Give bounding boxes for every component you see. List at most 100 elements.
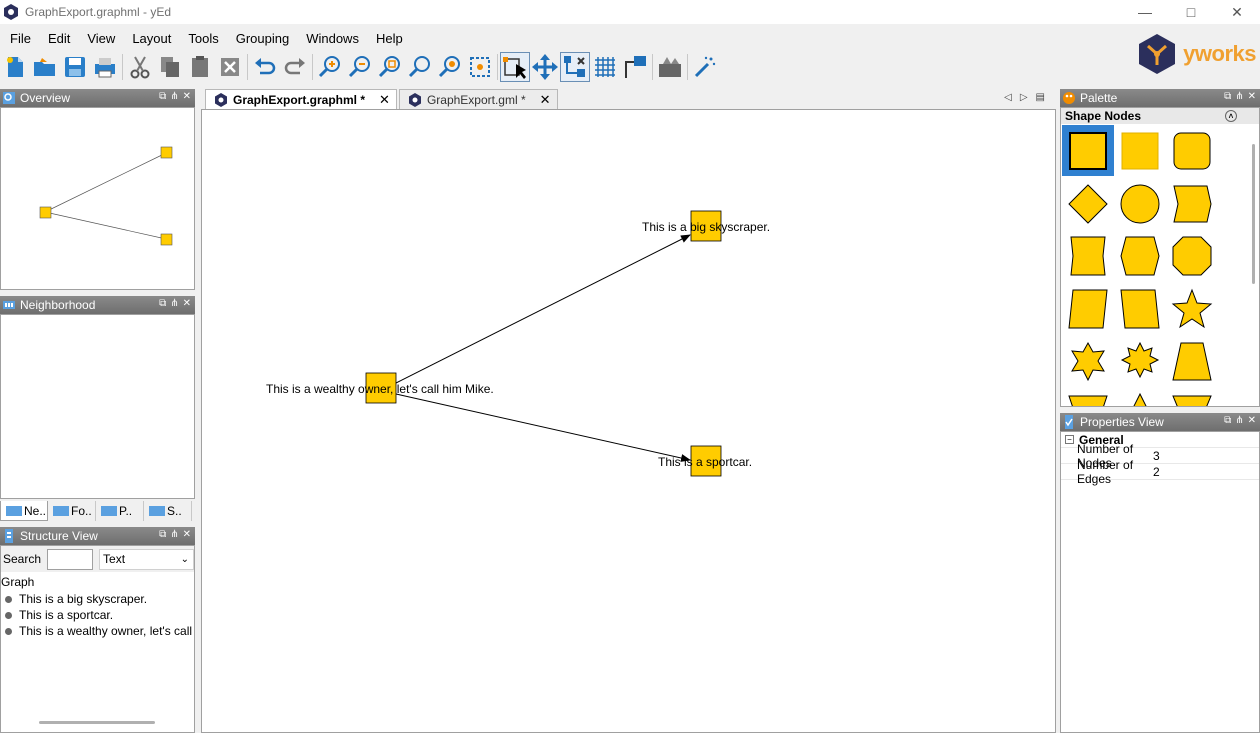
palette-scrollbar[interactable] — [1252, 144, 1255, 284]
tab-list-icon[interactable]: ▤ — [1036, 92, 1045, 103]
pin-icon[interactable]: ⋔ — [1235, 91, 1243, 102]
menu-layout[interactable]: Layout — [122, 31, 178, 46]
tab-neighborhood[interactable]: Ne.. — [0, 501, 48, 521]
tab-graphml-document[interactable]: GraphExport.graphml * ✕ — [205, 89, 397, 109]
fit-content-icon[interactable] — [465, 52, 495, 82]
shape-diamond[interactable] — [1068, 184, 1108, 224]
close-icon[interactable]: ✕ — [183, 529, 191, 540]
tree-item[interactable]: This is a big skyscraper. — [1, 591, 194, 607]
graph-edge[interactable] — [395, 234, 691, 384]
tab-p[interactable]: P.. — [96, 501, 144, 521]
close-icon[interactable]: ✕ — [1248, 91, 1256, 102]
tab-folding[interactable]: Fo.. — [48, 501, 96, 521]
save-icon[interactable] — [60, 52, 90, 82]
tree-root[interactable]: Graph — [1, 574, 194, 591]
pin-icon[interactable]: ⋔ — [170, 529, 178, 540]
minimize-button[interactable]: — — [1122, 0, 1168, 24]
new-document-icon[interactable] — [0, 52, 30, 82]
float-icon[interactable]: ⧉ — [159, 298, 166, 309]
float-icon[interactable]: ⧉ — [1224, 91, 1231, 102]
close-icon[interactable]: ✕ — [183, 91, 191, 102]
float-icon[interactable]: ⧉ — [1224, 415, 1231, 426]
tab-s[interactable]: S.. — [144, 501, 192, 521]
shape-trapezoid[interactable] — [1172, 342, 1212, 381]
tab-label: GraphExport.gml * — [426, 92, 526, 107]
paste-icon[interactable] — [185, 52, 215, 82]
close-tab-icon[interactable]: ✕ — [540, 92, 551, 108]
menu-view[interactable]: View — [77, 31, 122, 46]
tree-item[interactable]: This is a wealthy owner, let's call him … — [1, 623, 194, 639]
menu-tools[interactable]: Tools — [178, 31, 225, 46]
shape-parallelogram[interactable] — [1173, 185, 1212, 223]
print-icon[interactable] — [90, 52, 120, 82]
open-folder-icon[interactable] — [30, 52, 60, 82]
copy-icon[interactable] — [155, 52, 185, 82]
zoom-original-icon[interactable] — [405, 52, 435, 82]
palette-section-header[interactable]: Shape Nodes ˄ — [1061, 108, 1259, 124]
orthogonal-edge-icon[interactable] — [620, 52, 650, 82]
shape-trapezoid3[interactable] — [1172, 395, 1212, 407]
shape-octagon[interactable] — [1172, 236, 1212, 276]
zoom-in-icon[interactable] — [315, 52, 345, 82]
maximize-button[interactable]: □ — [1168, 0, 1214, 24]
shape-ellipse[interactable] — [1120, 184, 1160, 224]
zoom-fit-icon[interactable] — [375, 52, 405, 82]
float-icon[interactable]: ⧉ — [159, 91, 166, 102]
graph-canvas[interactable]: This is a wealthy owner, let's call him … — [201, 109, 1056, 733]
horizontal-scrollbar[interactable] — [39, 721, 155, 724]
shape-parallelogram-alt[interactable] — [1068, 289, 1108, 329]
shape-hexagon[interactable] — [1120, 236, 1160, 276]
shape-star5[interactable] — [1171, 288, 1213, 329]
snap-icon[interactable] — [560, 52, 590, 82]
close-icon[interactable]: ✕ — [1248, 415, 1256, 426]
tab-gml-document[interactable]: GraphExport.gml * ✕ — [398, 89, 558, 109]
search-filter-select[interactable]: Text ⌄ — [99, 548, 194, 570]
shape-round-rectangle[interactable] — [1173, 132, 1211, 170]
delete-icon[interactable] — [215, 52, 245, 82]
document-icon — [408, 92, 421, 107]
menu-edit[interactable]: Edit — [38, 31, 77, 46]
float-icon[interactable]: ⧉ — [159, 529, 166, 540]
menu-grouping[interactable]: Grouping — [226, 31, 296, 46]
search-input[interactable] — [47, 548, 94, 570]
redo-icon[interactable] — [280, 52, 310, 82]
close-window-button[interactable]: ✕ — [1214, 0, 1260, 24]
zoom-out-icon[interactable] — [345, 52, 375, 82]
overview-canvas[interactable] — [0, 107, 195, 290]
zoom-area-icon[interactable] — [435, 52, 465, 82]
shape-trapezoid2[interactable] — [1068, 395, 1108, 407]
overview-node — [160, 233, 173, 246]
title-bar: GraphExport.graphml - yEd — □ ✕ — [0, 0, 1260, 24]
grid-icon[interactable] — [590, 52, 620, 82]
close-tab-icon[interactable]: ✕ — [379, 92, 390, 108]
palette-icon — [1063, 92, 1075, 104]
shape-trapezoid-alt[interactable] — [1120, 289, 1160, 329]
move-mode-icon[interactable] — [530, 52, 560, 82]
close-icon[interactable]: ✕ — [183, 298, 191, 309]
collapse-section-icon[interactable]: ˄ — [1225, 110, 1237, 122]
cut-icon[interactable] — [125, 52, 155, 82]
shape-rectangle[interactable] — [1069, 132, 1107, 170]
menu-windows[interactable]: Windows — [296, 31, 366, 46]
palette-header: Palette ⧉ ⋔ ✕ — [1060, 89, 1260, 107]
tab-navigation: ◁ ▷ ▤ — [1004, 92, 1045, 103]
pin-icon[interactable]: ⋔ — [170, 298, 178, 309]
tab-left-arrow-icon[interactable]: ◁ — [1004, 92, 1012, 103]
shape-fat-arrow[interactable] — [1070, 236, 1106, 276]
shape-triangle[interactable] — [1133, 392, 1147, 407]
tree-item[interactable]: This is a sportcar. — [1, 607, 194, 623]
shape-star8[interactable] — [1120, 341, 1160, 379]
shape-rectangle-3d[interactable] — [1121, 132, 1159, 170]
menu-file[interactable]: File — [0, 31, 38, 46]
graph-edge[interactable] — [395, 393, 691, 462]
fit-node-icon[interactable] — [655, 52, 685, 82]
undo-icon[interactable] — [250, 52, 280, 82]
magic-wand-icon[interactable] — [690, 52, 720, 82]
pin-icon[interactable]: ⋔ — [1235, 415, 1243, 426]
menu-help[interactable]: Help — [366, 31, 410, 46]
edit-mode-icon[interactable] — [500, 52, 530, 82]
tab-right-arrow-icon[interactable]: ▷ — [1020, 92, 1028, 103]
shape-star6[interactable] — [1071, 341, 1105, 382]
property-row[interactable]: Number of Edges 2 — [1061, 458, 1259, 486]
pin-icon[interactable]: ⋔ — [170, 91, 178, 102]
